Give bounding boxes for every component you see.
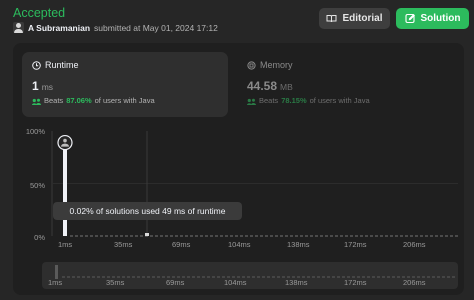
range-tick-label: 206ms [403, 278, 426, 287]
range-bucket-mark [442, 276, 445, 278]
range-tick-label: 35ms [106, 278, 125, 287]
range-bucket-mark [367, 276, 370, 278]
range-bucket-mark [382, 276, 385, 278]
range-bucket-mark [387, 276, 390, 278]
range-bucket-mark [132, 276, 135, 278]
range-bucket-mark [102, 276, 105, 278]
range-bucket-mark [452, 276, 455, 278]
range-bucket-mark [137, 276, 140, 278]
range-bucket-mark [142, 276, 145, 278]
range-bucket-mark [427, 276, 430, 278]
range-bucket-mark [157, 276, 160, 278]
range-bucket-mark [432, 276, 435, 278]
range-bucket-mark [202, 276, 205, 278]
range-bucket-mark [377, 276, 380, 278]
range-bucket-mark [397, 276, 400, 278]
range-bucket-mark [162, 276, 165, 278]
range-bucket-mark [257, 276, 260, 278]
range-tick-label: 138ms [285, 278, 308, 287]
range-bucket-mark [277, 276, 280, 278]
range-tick-label: 1ms [48, 278, 63, 287]
range-selector-track[interactable] [0, 0, 474, 300]
range-bucket-mark [192, 276, 195, 278]
range-bucket-mark [97, 276, 100, 278]
range-bucket-mark [77, 276, 80, 278]
range-bucket-mark [327, 276, 330, 278]
range-bucket-mark [87, 276, 90, 278]
range-tick-label: 69ms [166, 278, 185, 287]
range-tick-label: 172ms [344, 278, 367, 287]
range-bucket-mark [217, 276, 220, 278]
range-bucket-mark [92, 276, 95, 278]
range-bucket-mark [82, 276, 85, 278]
range-bucket-mark [67, 276, 70, 278]
range-bucket-mark [212, 276, 215, 278]
range-bucket-mark [392, 276, 395, 278]
range-bucket-mark [152, 276, 155, 278]
range-bucket-mark [62, 276, 65, 278]
range-bucket-mark [317, 276, 320, 278]
range-bucket-mark [262, 276, 265, 278]
range-bucket-mark [127, 276, 130, 278]
range-bucket-mark [267, 276, 270, 278]
range-bucket-mark [247, 276, 250, 278]
range-bucket-mark [372, 276, 375, 278]
range-bucket-mark [252, 276, 255, 278]
range-bucket-mark [197, 276, 200, 278]
range-bucket-mark [147, 276, 150, 278]
range-bucket-mark [272, 276, 275, 278]
range-bucket-mark [72, 276, 75, 278]
range-bar [55, 265, 58, 279]
range-bucket-mark [437, 276, 440, 278]
range-tick-label: 104ms [224, 278, 247, 287]
range-bucket-mark [337, 276, 340, 278]
range-bucket-mark [332, 276, 335, 278]
range-bucket-mark [312, 276, 315, 278]
range-bucket-mark [447, 276, 450, 278]
range-bucket-mark [207, 276, 210, 278]
range-bucket-mark [322, 276, 325, 278]
range-bucket-mark [187, 276, 190, 278]
